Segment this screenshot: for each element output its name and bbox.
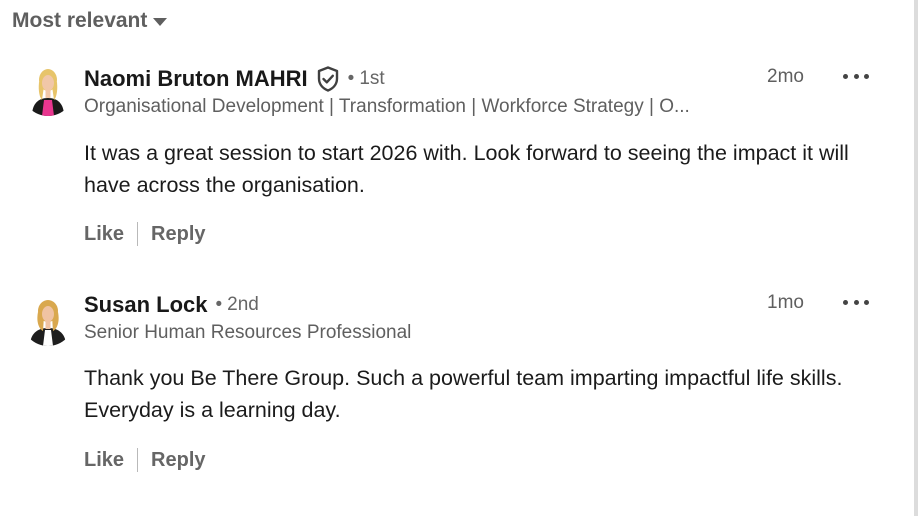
connection-degree: • 2nd: [215, 294, 259, 315]
verified-badge-icon: [316, 66, 340, 92]
sort-label: Most relevant: [12, 9, 148, 32]
author-headline: Organisational Development | Transformat…: [84, 96, 690, 117]
comment-timestamp: 2mo: [767, 66, 804, 87]
avatar[interactable]: [22, 64, 74, 116]
comment-timestamp: 1mo: [767, 292, 804, 313]
comment-text: It was a great session to start 2026 wit…: [84, 141, 849, 197]
comment-actions: Like Reply: [84, 222, 206, 246]
reply-button[interactable]: Reply: [151, 223, 205, 246]
more-options-icon[interactable]: [843, 294, 869, 310]
like-button[interactable]: Like: [84, 449, 124, 472]
comment-text: Thank you Be There Group. Such a powerfu…: [84, 366, 843, 422]
reply-button[interactable]: Reply: [151, 449, 205, 472]
comment-actions: Like Reply: [84, 448, 206, 472]
sort-dropdown[interactable]: Most relevant: [12, 9, 168, 33]
like-button[interactable]: Like: [84, 223, 124, 246]
caret-down-icon: [153, 18, 168, 26]
more-options-icon[interactable]: [843, 68, 869, 84]
avatar[interactable]: [22, 294, 74, 346]
action-divider: [137, 448, 139, 472]
connection-degree: • 1st: [347, 68, 385, 89]
author-headline: Senior Human Resources Professional: [84, 322, 412, 343]
scrollbar-track[interactable]: [914, 0, 918, 516]
action-divider: [137, 222, 139, 246]
author-name[interactable]: Naomi Bruton MAHRI: [84, 66, 308, 92]
author-name[interactable]: Susan Lock: [84, 292, 207, 318]
